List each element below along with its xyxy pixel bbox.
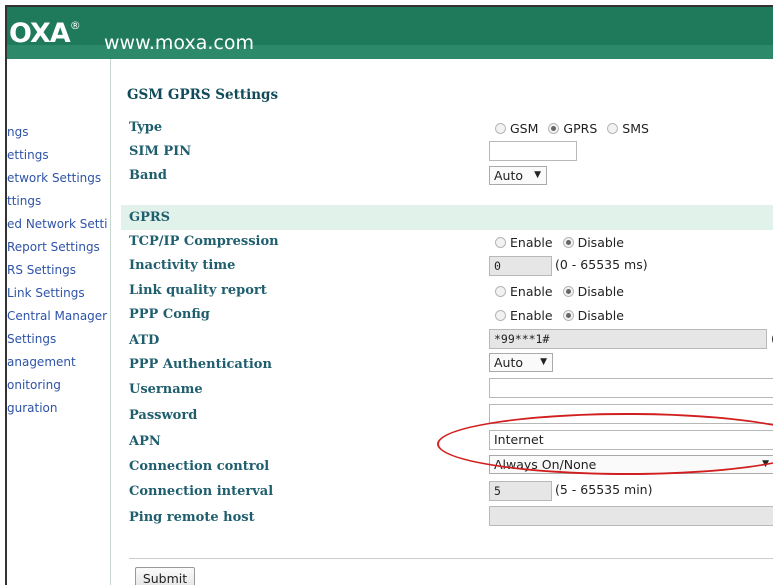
- site-url: www.moxa.com: [104, 32, 254, 54]
- linkq-disable-option[interactable]: Disable: [562, 284, 624, 299]
- submit-button[interactable]: Submit: [135, 567, 195, 585]
- sidebar-item-settings-4[interactable]: Settings: [7, 330, 110, 353]
- type-radio-group: GSM GPRS SMS: [495, 121, 659, 136]
- sidebar-item-settings-3[interactable]: ttings: [7, 192, 110, 215]
- chevron-down-icon: ▼: [540, 357, 547, 367]
- type-label: Type: [129, 120, 163, 135]
- ppp-auth-select[interactable]: Auto ▼: [489, 353, 553, 372]
- ppp-disable-option[interactable]: Disable: [562, 308, 624, 323]
- form-divider: [129, 558, 773, 559]
- tcp-compression-label: TCP/IP Compression: [129, 234, 279, 249]
- ping-remote-host-input[interactable]: [489, 506, 773, 526]
- type-option-gsm[interactable]: GSM: [495, 121, 538, 136]
- type-option-sms[interactable]: SMS: [607, 121, 649, 136]
- inactivity-time-label: Inactivity time: [129, 258, 236, 273]
- sim-pin-label: SIM PIN: [129, 144, 192, 159]
- page-title: GSM GPRS Settings: [127, 87, 279, 103]
- connection-control-select[interactable]: Always On/None ▼: [489, 455, 773, 474]
- chevron-down-icon: ▼: [534, 170, 541, 180]
- connection-control-label: Connection control: [129, 459, 270, 474]
- sidebar-item-network-settings[interactable]: etwork Settings: [7, 169, 110, 192]
- radio-tcp-enable[interactable]: [495, 237, 506, 248]
- connection-interval-input[interactable]: 5: [489, 481, 552, 501]
- sidebar-item-link-settings[interactable]: Link Settings: [7, 284, 110, 307]
- sidebar-item-settings-2[interactable]: ettings: [7, 146, 110, 169]
- sim-pin-input[interactable]: [489, 141, 577, 161]
- header-banner: OXA® www.moxa.com: [7, 7, 773, 59]
- radio-linkq-disable[interactable]: [562, 286, 574, 297]
- inactivity-time-input[interactable]: 0: [489, 256, 552, 276]
- apn-input[interactable]: Internet: [489, 430, 773, 450]
- atd-label: ATD: [129, 333, 160, 348]
- username-input[interactable]: [489, 378, 773, 398]
- sidebar-item-configuration[interactable]: guration: [7, 399, 110, 422]
- sidebar-item-report-settings[interactable]: Report Settings: [7, 238, 110, 261]
- radio-tcp-disable[interactable]: [562, 237, 574, 248]
- chevron-down-icon: ▼: [762, 459, 769, 469]
- band-label: Band: [129, 168, 167, 183]
- connection-interval-label: Connection interval: [129, 484, 274, 499]
- radio-ppp-enable[interactable]: [495, 310, 506, 321]
- linkq-enable-option[interactable]: Enable: [495, 284, 553, 299]
- sidebar-nav: ngs ettings etwork Settings ttings ed Ne…: [7, 123, 110, 422]
- link-quality-radio-group: Enable Disable: [495, 284, 634, 299]
- radio-ppp-disable[interactable]: [562, 310, 574, 321]
- atd-input[interactable]: *99***1#: [489, 329, 767, 349]
- ppp-auth-label: PPP Authentication: [129, 357, 272, 372]
- tcp-compression-radio-group: Enable Disable: [495, 235, 634, 250]
- browser-frame: OXA® www.moxa.com ngs ettings etwork Set…: [5, 5, 773, 585]
- ping-remote-host-label: Ping remote host: [129, 510, 255, 525]
- inactivity-time-hint: (0 - 65535 ms): [555, 257, 648, 272]
- ppp-config-radio-group: Enable Disable: [495, 308, 634, 323]
- radio-sms[interactable]: [607, 123, 619, 134]
- sidebar-item-central-manager[interactable]: Central Manager: [7, 307, 110, 330]
- gprs-section-header: GPRS: [121, 205, 773, 230]
- sidebar-item-management[interactable]: anagement: [7, 353, 110, 376]
- radio-gsm[interactable]: [495, 123, 506, 134]
- sidebar-item-monitoring[interactable]: onitoring: [7, 376, 110, 399]
- link-quality-label: Link quality report: [129, 283, 267, 298]
- password-input[interactable]: [489, 404, 773, 424]
- sidebar-item-advanced-network[interactable]: ed Network Setti: [7, 215, 110, 238]
- password-label: Password: [129, 408, 198, 423]
- band-select[interactable]: Auto ▼: [489, 166, 547, 185]
- radio-gprs[interactable]: [548, 123, 560, 134]
- ppp-enable-option[interactable]: Enable: [495, 308, 553, 323]
- sidebar-item-settings[interactable]: ngs: [7, 123, 110, 146]
- tcp-enable-option[interactable]: Enable: [495, 235, 553, 250]
- apn-label: APN: [129, 434, 161, 449]
- ppp-config-label: PPP Config: [129, 307, 210, 322]
- sidebar-item-gprs-settings[interactable]: RS Settings: [7, 261, 110, 284]
- moxa-logo: OXA®: [9, 18, 81, 49]
- radio-linkq-enable[interactable]: [495, 286, 506, 297]
- tcp-disable-option[interactable]: Disable: [562, 235, 624, 250]
- connection-interval-hint: (5 - 65535 min): [555, 482, 653, 497]
- type-option-gprs[interactable]: GPRS: [548, 121, 597, 136]
- username-label: Username: [129, 382, 203, 397]
